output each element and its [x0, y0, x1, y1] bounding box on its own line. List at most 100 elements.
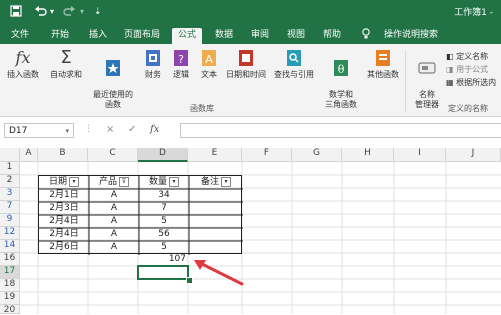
svg-text:θ: θ: [338, 63, 345, 76]
lookup-book-icon: [284, 48, 304, 68]
table-cell-date[interactable]: 2月4日: [39, 215, 89, 228]
red-arrow-annotation: [194, 260, 244, 286]
tab-help[interactable]: 帮助: [318, 28, 346, 44]
math-book-icon: θ: [331, 58, 351, 78]
tab-formulas[interactable]: 公式: [172, 28, 202, 44]
table-cell-product[interactable]: A: [89, 202, 139, 215]
use-in-formula-button[interactable]: ◨ 用于公式: [446, 63, 496, 76]
row-header[interactable]: 20: [0, 305, 20, 315]
tab-file[interactable]: 文件: [6, 28, 34, 44]
table-cell-notes[interactable]: [189, 202, 243, 215]
table-cell-date[interactable]: 2月6日: [39, 241, 89, 254]
financial-button[interactable]: 财务: [140, 48, 166, 80]
column-header-active[interactable]: D: [138, 148, 188, 162]
active-cell-selection[interactable]: [137, 265, 189, 280]
tell-me-search[interactable]: 操作说明搜索: [376, 28, 446, 44]
table-cell-quantity[interactable]: 5: [139, 215, 189, 228]
table-cell-notes[interactable]: [189, 215, 243, 228]
recently-used-button[interactable]: 最近使用的 函数: [88, 48, 138, 110]
table-cell-product[interactable]: A: [89, 189, 139, 202]
column-header[interactable]: H: [342, 148, 394, 162]
column-header[interactable]: J: [446, 148, 501, 162]
save-icon[interactable]: [10, 5, 22, 21]
table-cell-product[interactable]: A: [89, 228, 139, 241]
autosum-button[interactable]: Σ 自动求和: [46, 48, 86, 80]
select-all-corner[interactable]: [0, 148, 20, 162]
name-box[interactable]: D17 ▾: [4, 123, 74, 138]
table-cell-product[interactable]: A: [89, 215, 139, 228]
insert-function-button[interactable]: fx 插入函数: [4, 48, 42, 80]
column-header[interactable]: C: [88, 148, 138, 162]
customize-quick-access-icon[interactable]: ⇣: [94, 5, 102, 19]
logical-button[interactable]: ? 逻辑: [168, 48, 194, 80]
date-time-button[interactable]: 日期和时间: [224, 48, 268, 80]
logical-book-icon: ?: [171, 48, 191, 68]
table-cell-notes[interactable]: [189, 228, 243, 241]
tab-page-layout[interactable]: 页面布局: [120, 28, 164, 44]
row-header-filtered[interactable]: 9: [0, 214, 20, 227]
column-header[interactable]: F: [242, 148, 292, 162]
tab-review[interactable]: 审阅: [246, 28, 274, 44]
table-cell-quantity[interactable]: 34: [139, 189, 189, 202]
lookup-reference-button[interactable]: 查找与引用: [270, 48, 318, 80]
name-box-dropdown-icon[interactable]: ▾: [65, 124, 69, 139]
text-book-icon: A: [199, 48, 219, 68]
workbook-title: 工作簿1 -: [454, 8, 493, 18]
redo-icon[interactable]: [62, 5, 76, 21]
lightbulb-icon: [360, 28, 372, 44]
filter-dropdown-icon[interactable]: ▾: [169, 176, 179, 187]
column-header[interactable]: E: [188, 148, 242, 162]
tab-data[interactable]: 数据: [210, 28, 238, 44]
column-header[interactable]: B: [38, 148, 88, 162]
math-trig-button[interactable]: θ 数学和 三角函数: [320, 48, 362, 110]
table-header-date: 日期 ▾: [39, 176, 89, 189]
tab-insert[interactable]: 插入: [84, 28, 112, 44]
name-manager-button[interactable]: 名称 管理器: [410, 48, 444, 110]
row-header-filtered[interactable]: 7: [0, 201, 20, 214]
column-header[interactable]: I: [394, 148, 446, 162]
define-name-button[interactable]: ◧ 定义名称: [446, 50, 496, 63]
formula-tag-icon: ◨: [446, 65, 454, 74]
defined-names-commands: ◧ 定义名称 ◨ 用于公式 ▦ 根据所选内: [446, 50, 496, 89]
more-functions-button[interactable]: 其他函数: [364, 48, 402, 80]
row-header-active[interactable]: 17: [0, 266, 20, 279]
tab-view[interactable]: 视图: [282, 28, 310, 44]
table-cell-product[interactable]: A: [89, 241, 139, 254]
create-names-icon: ▦: [446, 78, 454, 87]
table-cell-notes[interactable]: [189, 189, 243, 202]
table-cell-date[interactable]: 2月3日: [39, 202, 89, 215]
create-from-selection-button[interactable]: ▦ 根据所选内: [446, 76, 496, 89]
svg-text:A: A: [205, 53, 213, 66]
function-library-label: 函数库: [190, 104, 214, 113]
row-header-filtered[interactable]: 3: [0, 188, 20, 201]
enter-icon[interactable]: ✓: [128, 124, 136, 135]
filter-dropdown-icon[interactable]: ▾: [221, 176, 231, 187]
filter-active-icon[interactable]: ⊽: [119, 176, 129, 187]
row-header-filtered[interactable]: 12: [0, 227, 20, 240]
table-cell-notes[interactable]: [189, 241, 243, 254]
formula-input[interactable]: [180, 123, 501, 138]
filter-dropdown-icon[interactable]: ▾: [69, 176, 79, 187]
table-cell-date[interactable]: 2月4日: [39, 228, 89, 241]
redo-dropdown-icon[interactable]: ▾: [80, 5, 84, 19]
row-header[interactable]: 16: [0, 253, 20, 266]
column-header[interactable]: A: [20, 148, 38, 162]
table-cell-date[interactable]: 2月1日: [39, 189, 89, 202]
insert-function-icon[interactable]: fx: [150, 124, 159, 135]
ribbon-formulas: fx 插入函数 Σ 自动求和 最近使用的 函数 财务 ? 逻辑 A 文本 日期和…: [0, 44, 501, 117]
undo-icon[interactable]: [34, 5, 48, 21]
row-header-filtered[interactable]: 14: [0, 240, 20, 253]
table-cell-quantity[interactable]: 56: [139, 228, 189, 241]
row-header[interactable]: 18: [0, 279, 20, 292]
row-header[interactable]: 2: [0, 175, 20, 188]
text-button[interactable]: A 文本: [196, 48, 222, 80]
tab-home[interactable]: 开始: [46, 28, 74, 44]
table-cell-quantity[interactable]: 7: [139, 202, 189, 215]
fx-icon: fx: [15, 48, 31, 67]
row-header[interactable]: 1: [0, 162, 20, 175]
cancel-icon[interactable]: ×: [106, 124, 114, 135]
column-header[interactable]: G: [292, 148, 342, 162]
undo-dropdown-icon[interactable]: ▾: [50, 5, 54, 19]
title-bar: ▾ ▾ ⇣ 工作簿1 -: [0, 0, 501, 24]
row-header[interactable]: 19: [0, 292, 20, 305]
